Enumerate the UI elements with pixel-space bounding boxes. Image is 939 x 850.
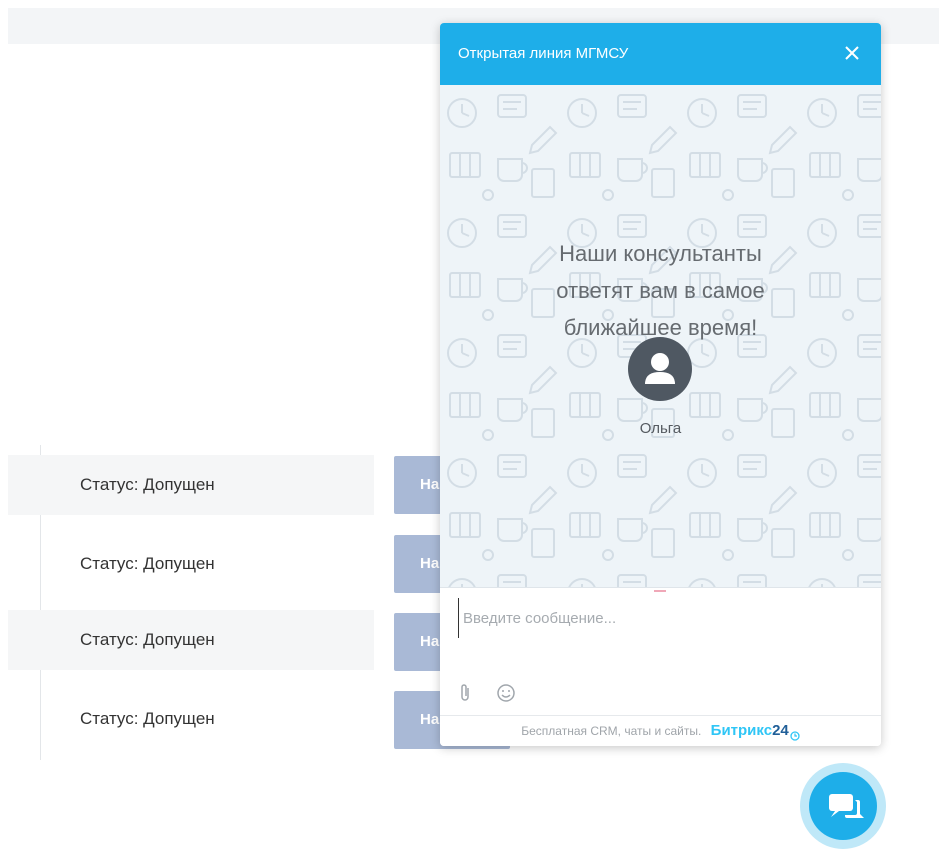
list-item: Статус: Допущен <box>8 610 374 670</box>
chat-widget: Открытая линия МГМСУ Наши консультанты о… <box>440 23 881 746</box>
powered-by-footer[interactable]: Бесплатная CRM, чаты и сайты. Битрикс24 <box>440 715 881 746</box>
welcome-line: ответят вам в самое <box>556 278 765 303</box>
message-input[interactable] <box>458 598 858 638</box>
user-icon <box>645 353 675 384</box>
chat-message-area: Наши консультанты ответят вам в самое бл… <box>440 85 881 587</box>
chat-header: Открытая линия МГМСУ <box>440 23 881 85</box>
welcome-message: Наши консультанты ответят вам в самое бл… <box>440 235 881 346</box>
status-label: Статус: Допущен <box>80 554 215 573</box>
clock-icon <box>790 722 800 746</box>
welcome-line: Наши консультанты <box>559 241 762 266</box>
list-item: Статус: Допущен <box>8 689 374 749</box>
status-label: Статус: Допущен <box>80 709 215 728</box>
footer-text: Бесплатная CRM, чаты и сайты. <box>521 724 702 738</box>
close-icon[interactable] <box>841 42 863 64</box>
paperclip-icon[interactable] <box>458 683 472 708</box>
smile-icon[interactable] <box>496 683 516 708</box>
operator-name: Ольга <box>639 420 682 437</box>
list-item: Статус: Допущен <box>8 455 374 515</box>
chat-bubbles-icon <box>829 794 864 818</box>
brand-number: 24 <box>772 722 789 739</box>
status-label: Статус: Допущен <box>80 630 215 649</box>
message-composer <box>440 587 881 716</box>
chat-title: Открытая линия МГМСУ <box>458 45 629 62</box>
brand-name: Битрикс <box>710 722 773 739</box>
status-label: Статус: Допущен <box>80 475 215 494</box>
avatar <box>628 337 692 401</box>
list-item: Статус: Допущен <box>8 534 374 594</box>
bitrix-logo[interactable]: Битрикс24 <box>711 722 789 739</box>
launcher-circle <box>809 772 877 840</box>
resize-marker <box>654 590 666 592</box>
chat-launcher-button[interactable] <box>800 763 886 849</box>
